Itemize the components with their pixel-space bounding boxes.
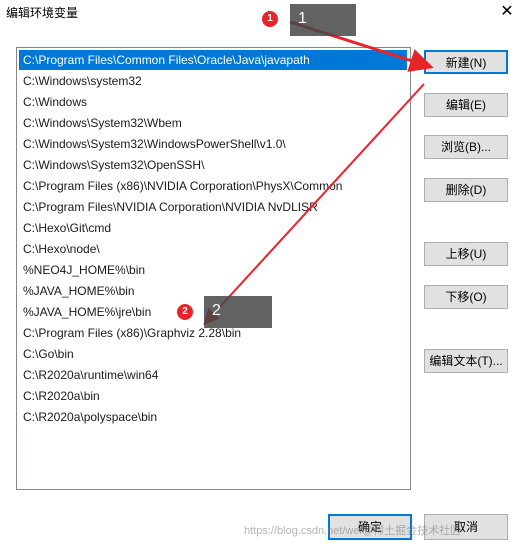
window-title: 编辑环境变量 — [6, 6, 79, 20]
edit-text-button[interactable]: 编辑文本(T)... — [424, 349, 508, 373]
new-button[interactable]: 新建(N) — [424, 50, 508, 74]
edit-env-variable-dialog: 编辑环境变量 ✕ C:\Program Files\Common Files\O… — [0, 0, 521, 552]
list-item[interactable]: C:\Hexo\node\ — [19, 239, 100, 259]
step2-label-box: 2 — [204, 296, 272, 328]
list-item[interactable]: C:\Windows\System32\OpenSSH\ — [19, 155, 204, 175]
list-item[interactable]: C:\Hexo\Git\cmd — [19, 218, 111, 238]
list-item[interactable]: C:\Windows\system32 — [19, 71, 142, 91]
list-item[interactable]: C:\Windows\System32\Wbem — [19, 113, 182, 133]
list-item[interactable]: C:\Program Files (x86)\NVIDIA Corporatio… — [19, 176, 342, 196]
move-down-button[interactable]: 下移(O) — [424, 285, 508, 309]
list-item[interactable]: C:\Program Files\NVIDIA Corporation\NVID… — [19, 197, 318, 217]
list-item[interactable]: %NEO4J_HOME%\bin — [19, 260, 145, 280]
step1-label: 1 — [298, 10, 307, 27]
list-item[interactable]: C:\Go\bin — [19, 344, 74, 364]
close-button[interactable]: ✕ — [493, 0, 521, 26]
list-item[interactable]: C:\R2020a\bin — [19, 386, 100, 406]
list-item[interactable]: C:\R2020a\polyspace\bin — [19, 407, 157, 427]
edit-button[interactable]: 编辑(E) — [424, 93, 508, 117]
list-item[interactable]: C:\Windows — [19, 92, 87, 112]
list-item[interactable]: C:\Windows\System32\WindowsPowerShell\v1… — [19, 134, 286, 154]
path-listbox[interactable]: C:\Program Files\Common Files\Oracle\Jav… — [16, 47, 411, 490]
browse-button[interactable]: 浏览(B)... — [424, 135, 508, 159]
step1-badge: 1 — [262, 11, 278, 27]
move-up-button[interactable]: 上移(U) — [424, 242, 508, 266]
step1-label-box: 1 — [290, 4, 356, 36]
list-item[interactable]: C:\R2020a\runtime\win64 — [19, 365, 158, 385]
delete-button[interactable]: 删除(D) — [424, 178, 508, 202]
title-bar: 编辑环境变量 ✕ — [0, 0, 521, 30]
list-item[interactable]: C:\Program Files\Common Files\Oracle\Jav… — [19, 50, 407, 70]
list-item[interactable]: %JAVA_HOME%\bin — [19, 281, 135, 301]
step2-badge: 2 — [177, 304, 193, 320]
watermark: https://blog.csdn.net/wei@稀土掘金技术社区 — [244, 525, 462, 537]
list-item[interactable]: %JAVA_HOME%\jre\bin — [19, 302, 151, 322]
step2-label: 2 — [212, 302, 221, 319]
